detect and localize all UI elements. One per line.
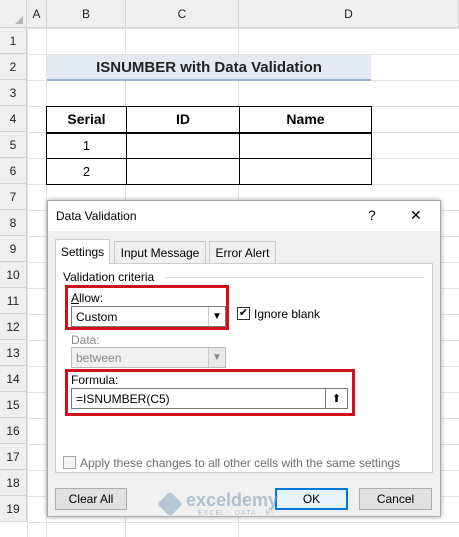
cell-id[interactable]	[126, 132, 240, 159]
watermark-tagline: EXCEL · DATA · BI	[198, 510, 274, 517]
row-header-15[interactable]: 15	[0, 392, 27, 418]
cell-id[interactable]	[126, 158, 240, 185]
data-validation-dialog: Data Validation ? ✕ Settings Input Messa…	[47, 200, 441, 517]
apply-all-checkbox	[63, 456, 76, 469]
row-header-7[interactable]: 7	[0, 184, 27, 210]
header-serial: Serial	[46, 106, 127, 134]
ignore-blank-label: Ignore blank	[254, 307, 321, 321]
allow-value: Custom	[76, 309, 118, 324]
column-header-a[interactable]: A	[27, 0, 47, 28]
chevron-down-icon: ▼	[208, 348, 225, 367]
row-header-17[interactable]: 17	[0, 444, 27, 470]
row-header-4[interactable]: 4	[0, 106, 27, 132]
row-header-10[interactable]: 10	[0, 262, 27, 288]
data-table: Serial ID Name 1 2	[46, 106, 372, 185]
chevron-down-icon[interactable]: ▼	[208, 307, 225, 326]
header-id: ID	[126, 106, 240, 134]
ok-button[interactable]: OK	[275, 488, 348, 510]
sheet-title: ISNUMBER with Data Validation	[47, 55, 371, 81]
tab-settings[interactable]: Settings	[55, 239, 110, 264]
allow-label: Allow:	[71, 291, 104, 305]
row-header-13[interactable]: 13	[0, 340, 27, 366]
clear-all-button[interactable]: Clear All	[55, 488, 127, 510]
select-all-corner[interactable]	[0, 0, 27, 28]
row-header-6[interactable]: 6	[0, 158, 27, 184]
row-header-18[interactable]: 18	[0, 470, 27, 496]
watermark-name: exceldemy	[186, 490, 279, 510]
column-header-c[interactable]: C	[126, 0, 239, 28]
row-header-14[interactable]: 14	[0, 366, 27, 392]
row-header-5[interactable]: 5	[0, 132, 27, 158]
cell-serial[interactable]: 1	[46, 132, 127, 159]
data-label: Data:	[71, 333, 100, 347]
row-header-1[interactable]: 1	[0, 28, 27, 54]
tab-input-message[interactable]: Input Message	[114, 241, 206, 263]
header-name: Name	[239, 106, 372, 134]
column-header-d[interactable]: D	[239, 0, 459, 28]
cancel-button[interactable]: Cancel	[359, 488, 432, 510]
cell-name[interactable]	[239, 132, 372, 159]
cell-name[interactable]	[239, 158, 372, 185]
row-header-12[interactable]: 12	[0, 314, 27, 340]
dialog-title: Data Validation	[56, 209, 137, 223]
formula-input[interactable]: =ISNUMBER(C5) ⬆	[71, 388, 348, 409]
dialog-titlebar[interactable]: Data Validation ? ✕	[48, 201, 440, 231]
row-header-19[interactable]: 19	[0, 496, 27, 522]
row-header-8[interactable]: 8	[0, 210, 27, 236]
column-header-b[interactable]: B	[47, 0, 126, 28]
exceldemy-logo-icon	[157, 491, 183, 517]
data-dropdown: between ▼	[71, 347, 226, 368]
cell-serial[interactable]: 2	[46, 158, 127, 185]
row-header-11[interactable]: 11	[0, 288, 27, 314]
collapse-dialog-icon[interactable]: ⬆	[325, 389, 347, 408]
validation-criteria-label: Validation criteria	[63, 270, 155, 284]
row-header-3[interactable]: 3	[0, 80, 27, 106]
checkmark-icon: ✔	[238, 307, 249, 319]
row-header-2[interactable]: 2	[0, 54, 27, 80]
ignore-blank-checkbox[interactable]: ✔	[237, 307, 250, 320]
row-header-9[interactable]: 9	[0, 236, 27, 262]
close-icon[interactable]: ✕	[410, 207, 422, 224]
allow-dropdown[interactable]: Custom ▼	[71, 306, 226, 327]
tab-error-alert[interactable]: Error Alert	[209, 241, 276, 263]
data-value: between	[76, 350, 122, 365]
apply-all-label: Apply these changes to all other cells w…	[80, 456, 401, 470]
help-icon[interactable]: ?	[368, 207, 376, 223]
formula-label: Formula:	[71, 373, 119, 387]
row-header-16[interactable]: 16	[0, 418, 27, 444]
formula-value: =ISNUMBER(C5)	[76, 391, 170, 406]
